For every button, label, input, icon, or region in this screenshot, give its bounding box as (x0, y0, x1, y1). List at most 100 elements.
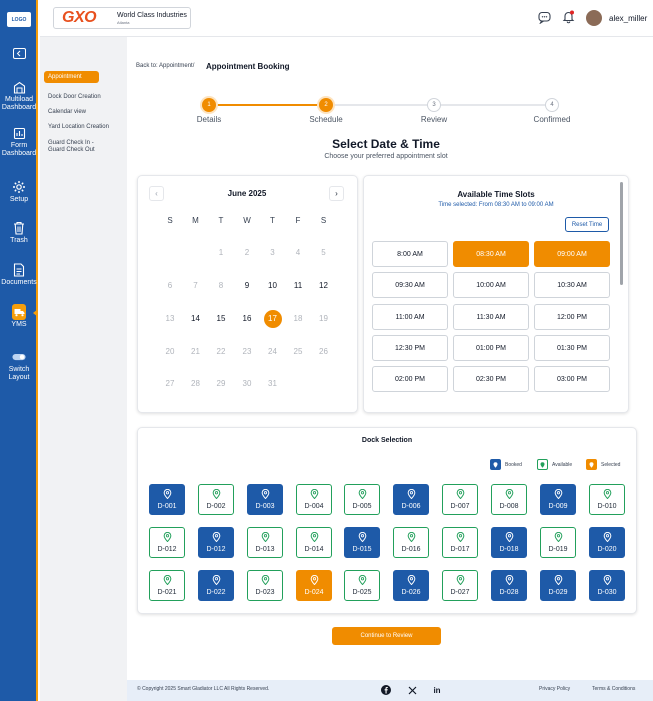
collapse-menu-button[interactable] (0, 46, 38, 60)
time-slot[interactable]: 10:00 AM (453, 272, 529, 298)
time-slot[interactable]: 12:30 PM (372, 335, 448, 361)
time-slot-selected[interactable]: 08:30 AM (453, 241, 529, 267)
username[interactable]: alex_miller (609, 14, 647, 23)
calendar-day[interactable]: 10 (264, 277, 282, 295)
dock-d-008[interactable]: D-008 (491, 484, 527, 515)
time-slot[interactable]: 09:30 AM (372, 272, 448, 298)
calendar-day[interactable]: 12 (315, 277, 333, 295)
dock-d-028: D-028 (491, 570, 527, 601)
dock-d-012: D-012 (198, 527, 234, 558)
dock-d-005[interactable]: D-005 (344, 484, 380, 515)
time-slot[interactable]: 02:00 PM (372, 366, 448, 392)
form-dashboard-icon (12, 126, 26, 140)
nav-item-form-dashboard[interactable]: Form Dashboard (0, 126, 38, 158)
calendar-day: 8 (218, 281, 224, 290)
stepper-line-1 (216, 104, 326, 106)
dock-d-020: D-020 (589, 527, 625, 558)
step-3-indicator: 3 (427, 98, 441, 112)
calendar-day[interactable]: 14 (187, 310, 205, 328)
dock-d-014[interactable]: D-014 (296, 527, 332, 558)
nav-item-switch-layout[interactable]: Switch Layout (0, 350, 38, 382)
map-pin-icon (603, 574, 612, 589)
nav-item-label: YMS (11, 321, 27, 328)
page-title: Appointment Booking (206, 62, 290, 71)
dock-d-023[interactable]: D-023 (247, 570, 283, 601)
subnav-item[interactable]: Yard Location Creation (48, 124, 118, 131)
subnav-item-appointment[interactable]: Appointment (44, 71, 99, 83)
time-slot[interactable]: 03:00 PM (534, 366, 610, 392)
calendar-day-selected[interactable]: 17 (263, 309, 282, 328)
continue-to-review-button[interactable]: Continue to Review (332, 627, 441, 645)
dock-d-016[interactable]: D-016 (393, 527, 429, 558)
subnav-item[interactable]: Dock Door Creation (48, 94, 118, 101)
breadcrumb-back-link[interactable]: Back to: Appointment/ (136, 63, 194, 69)
time-slot-selected[interactable]: 09:00 AM (534, 241, 610, 267)
dock-d-019[interactable]: D-019 (540, 527, 576, 558)
calendar-day[interactable]: 11 (289, 277, 307, 295)
terms-link[interactable]: Terms & Conditions (592, 686, 635, 692)
weekday-header: T (218, 216, 224, 225)
prev-month-button[interactable]: ‹ (149, 186, 164, 201)
time-slot[interactable]: 11:30 AM (453, 304, 529, 330)
dock-d-021[interactable]: D-021 (149, 570, 185, 601)
dock-d-017[interactable]: D-017 (442, 527, 478, 558)
time-slot[interactable]: 01:00 PM (453, 335, 529, 361)
time-slot[interactable]: 11:00 AM (372, 304, 448, 330)
dock-d-012[interactable]: D-012 (149, 527, 185, 558)
calendar-day: 30 (242, 379, 252, 388)
calendar-month: June 2025 (227, 189, 267, 198)
dock-label: D-014 (304, 545, 324, 553)
dock-d-001: D-001 (149, 484, 185, 515)
subnav-item[interactable]: Guard Check In - Guard Check Out (48, 140, 118, 154)
dock-label: D-030 (597, 588, 617, 596)
dock-d-018: D-018 (491, 527, 527, 558)
chat-icon[interactable] (538, 11, 551, 29)
time-slot[interactable]: 01:30 PM (534, 335, 610, 361)
calendar-day[interactable]: 16 (238, 310, 256, 328)
reset-time-button[interactable]: Reset Time (565, 217, 609, 232)
calendar-day: 31 (268, 379, 277, 388)
legend-available-label: Available (552, 462, 573, 468)
step-3-label: Review (420, 115, 448, 124)
bell-icon[interactable] (562, 10, 575, 29)
map-pin-icon (261, 488, 270, 503)
nav-item-multiload-dashboard[interactable]: Multiload Dashboard (0, 80, 38, 112)
nav-item-setup[interactable]: Setup (0, 180, 38, 204)
time-slot[interactable]: 02:30 PM (453, 366, 529, 392)
time-slots-scrollbar[interactable] (620, 182, 623, 285)
nav-item-trash[interactable]: Trash (0, 221, 38, 245)
subnav-item[interactable]: Calendar view (48, 109, 118, 116)
dock-d-010[interactable]: D-010 (589, 484, 625, 515)
calendar-day[interactable]: 15 (212, 310, 230, 328)
app-logo[interactable]: LOGO (7, 12, 31, 27)
nav-item-label: Documents (1, 279, 37, 286)
time-slot[interactable]: 12:00 PM (534, 304, 610, 330)
time-slot[interactable]: 10:30 AM (534, 272, 610, 298)
dock-d-025[interactable]: D-025 (344, 570, 380, 601)
avatar[interactable] (586, 10, 602, 26)
dock-d-004[interactable]: D-004 (296, 484, 332, 515)
step-4-label: Confirmed (533, 115, 571, 124)
calendar-day: 4 (295, 248, 301, 257)
calendar-day[interactable]: 9 (238, 277, 256, 295)
dock-label: D-028 (499, 588, 519, 596)
x-icon[interactable] (407, 685, 417, 695)
time-selected-text: Time selected: From 08:30 AM to 09:00 AM (438, 202, 554, 208)
calendar-day: 18 (293, 313, 303, 323)
map-pin-icon (358, 531, 367, 546)
map-pin-icon (554, 574, 563, 589)
linkedin-icon[interactable]: in (432, 685, 442, 695)
dock-d-027[interactable]: D-027 (442, 570, 478, 601)
time-slot[interactable]: 8:00 AM (372, 241, 448, 267)
dock-d-002[interactable]: D-002 (198, 484, 234, 515)
dock-d-013[interactable]: D-013 (247, 527, 283, 558)
next-month-button[interactable]: › (329, 186, 344, 201)
weekday-header: S (320, 216, 327, 225)
dock-d-003: D-003 (247, 484, 283, 515)
privacy-policy-link[interactable]: Privacy Policy (539, 686, 570, 692)
nav-item-documents[interactable]: Documents (0, 263, 38, 287)
dock-label: D-007 (450, 502, 470, 510)
dock-d-007[interactable]: D-007 (442, 484, 478, 515)
dock-d-024[interactable]: D-024 (296, 570, 332, 601)
facebook-icon[interactable] (381, 685, 391, 695)
